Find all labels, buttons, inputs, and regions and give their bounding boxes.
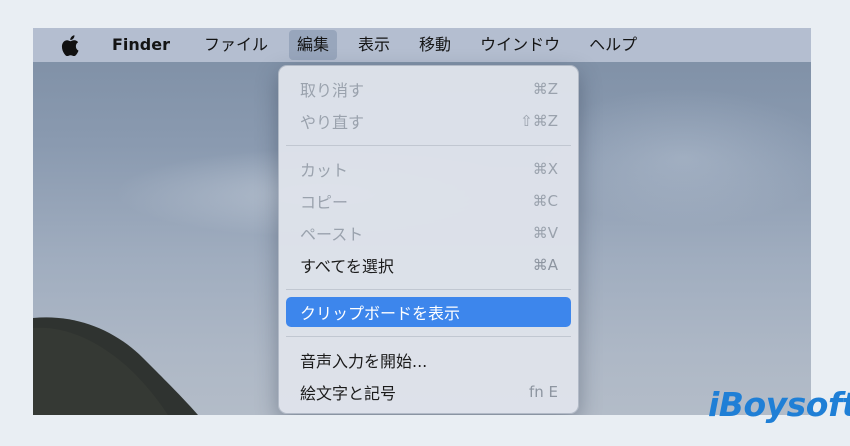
menu-view[interactable]: 表示 bbox=[350, 30, 398, 60]
menu-item-shortcut: ⌘A bbox=[532, 256, 558, 274]
menu-separator bbox=[286, 289, 571, 290]
menu-bar: Finder ファイル 編集 表示 移動 ウインドウ ヘルプ bbox=[33, 28, 811, 62]
menu-item-undo[interactable]: 取り消す ⌘Z bbox=[286, 74, 571, 104]
apple-logo-icon[interactable] bbox=[58, 33, 82, 57]
menu-edit[interactable]: 編集 bbox=[289, 30, 338, 60]
desktop-screen: Finder ファイル 編集 表示 移動 ウインドウ ヘルプ 取り消す ⌘Z や… bbox=[33, 28, 811, 415]
menu-item-label: やり直す bbox=[300, 113, 365, 132]
menu-item-paste[interactable]: ペースト ⌘V bbox=[286, 218, 571, 248]
menu-separator bbox=[286, 145, 571, 146]
menu-item-redo[interactable]: やり直す ⇧⌘Z bbox=[286, 106, 571, 136]
menu-item-shortcut: fn E bbox=[528, 383, 558, 401]
menu-item-label: 音声入力を開始... bbox=[300, 352, 428, 371]
menu-item-label: すべてを選択 bbox=[300, 257, 394, 276]
menu-item-label: クリップボードを表示 bbox=[300, 304, 461, 323]
menu-finder[interactable]: Finder bbox=[104, 30, 178, 60]
menu-item-shortcut: ⌘Z bbox=[532, 80, 558, 98]
menu-item-show-clipboard[interactable]: クリップボードを表示 bbox=[286, 297, 571, 327]
menu-item-shortcut: ⌘V bbox=[532, 224, 558, 242]
edit-dropdown-menu: 取り消す ⌘Z やり直す ⇧⌘Z カット ⌘X コピー ⌘C ペースト ⌘V す… bbox=[278, 65, 579, 414]
iboysoft-watermark-logo: iBoysoft bbox=[708, 385, 850, 424]
menu-item-cut[interactable]: カット ⌘X bbox=[286, 154, 571, 184]
menu-item-emoji-symbols[interactable]: 絵文字と記号 fn E bbox=[286, 377, 571, 407]
menu-file[interactable]: ファイル bbox=[196, 30, 276, 60]
menu-item-start-dictation[interactable]: 音声入力を開始... bbox=[286, 345, 571, 375]
menu-item-label: コピー bbox=[300, 193, 349, 212]
menu-item-label: ペースト bbox=[300, 225, 364, 244]
menu-item-copy[interactable]: コピー ⌘C bbox=[286, 186, 571, 216]
menu-item-label: 取り消す bbox=[300, 81, 365, 100]
menu-item-shortcut: ⇧⌘Z bbox=[520, 112, 558, 130]
menu-item-label: カット bbox=[300, 161, 349, 180]
menu-separator bbox=[286, 336, 571, 337]
menu-item-shortcut: ⌘C bbox=[532, 192, 558, 210]
menu-window[interactable]: ウインドウ bbox=[472, 30, 568, 60]
menu-item-shortcut: ⌘X bbox=[532, 160, 558, 178]
menu-item-label: 絵文字と記号 bbox=[300, 384, 397, 403]
menu-help[interactable]: ヘルプ bbox=[581, 30, 645, 60]
menu-item-select-all[interactable]: すべてを選択 ⌘A bbox=[286, 250, 571, 280]
menu-go[interactable]: 移動 bbox=[411, 30, 459, 60]
